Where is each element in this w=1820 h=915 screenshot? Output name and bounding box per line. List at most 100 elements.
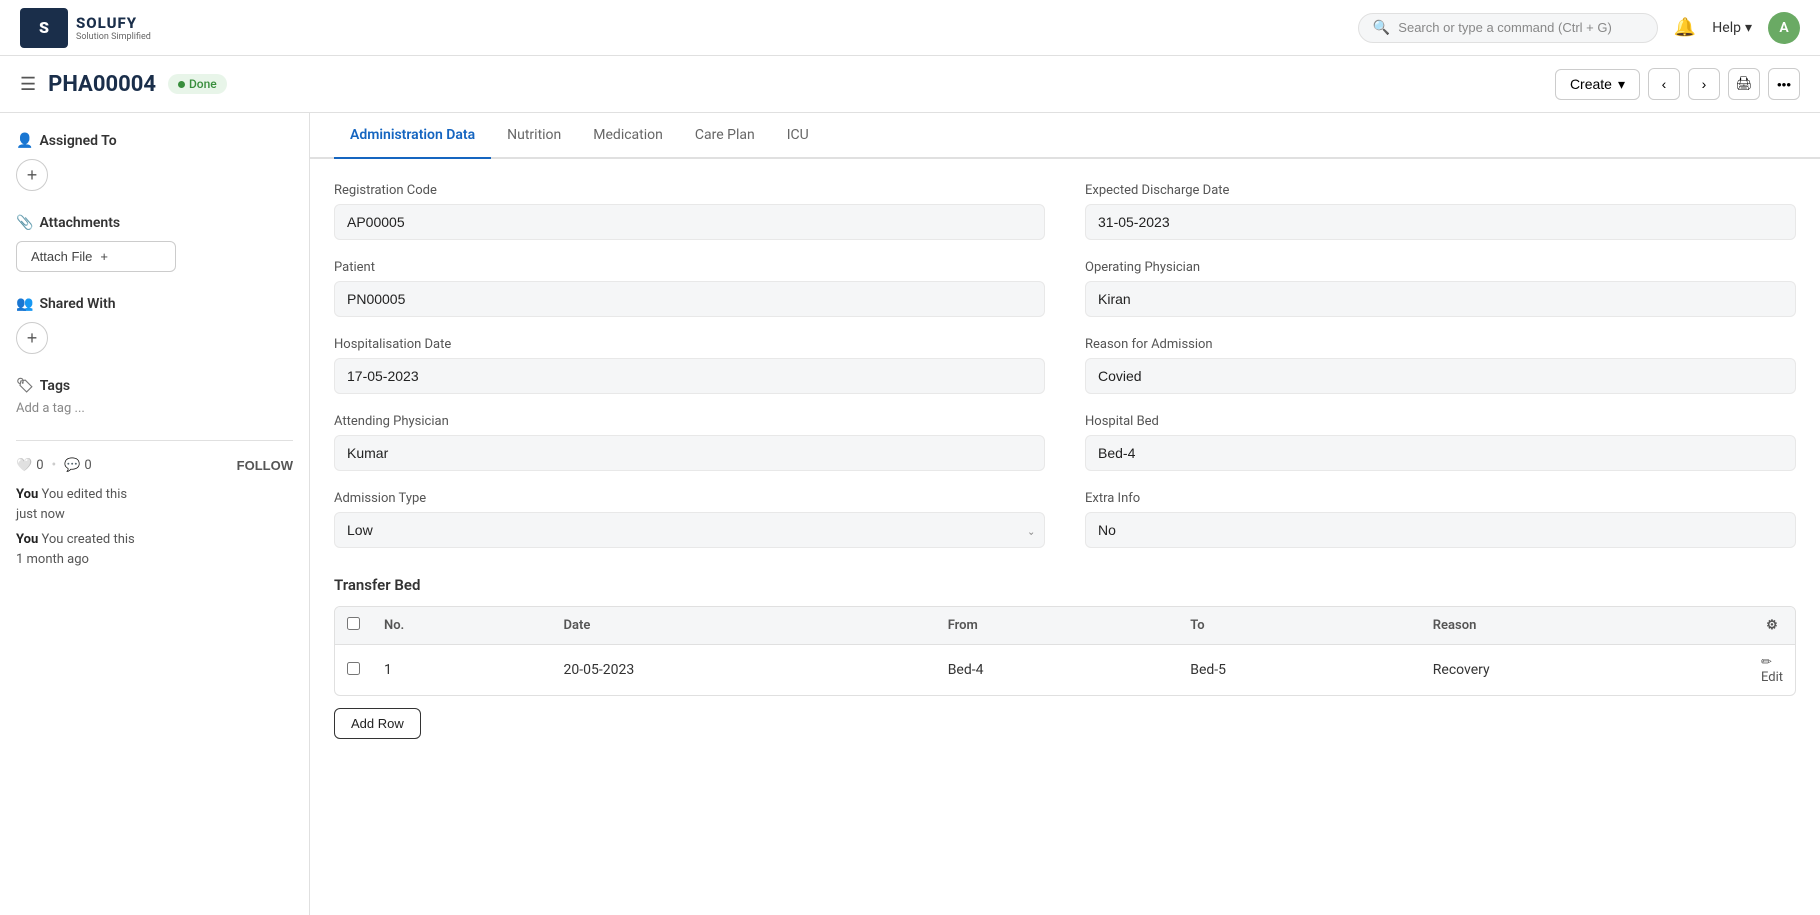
more-options-button[interactable]: •••	[1768, 68, 1800, 100]
row-checkbox[interactable]	[347, 662, 360, 675]
create-button[interactable]: Create ▾	[1555, 69, 1640, 100]
help-label: Help	[1712, 20, 1741, 36]
patient-label: Patient	[334, 260, 1045, 275]
user-icon: 👤	[16, 133, 33, 149]
page-title: PHA00004	[48, 72, 156, 97]
status-label: Done	[189, 77, 217, 91]
hospitalisation-date-label: Hospitalisation Date	[334, 337, 1045, 352]
select-all-checkbox[interactable]	[347, 617, 360, 630]
follow-button[interactable]: FOLLOW	[237, 458, 293, 473]
attach-file-button[interactable]: Attach File +	[16, 241, 176, 272]
admission-type-select[interactable]: Low Medium High	[334, 512, 1045, 548]
logo-text: SOLUFY Solution Simplified	[76, 14, 151, 42]
avatar[interactable]: A	[1768, 12, 1800, 44]
transfer-bed-title: Transfer Bed	[334, 576, 1796, 594]
admission-type-wrapper: Low Medium High	[334, 512, 1045, 548]
extra-info-input[interactable]	[1085, 512, 1796, 548]
prev-button[interactable]: ‹	[1648, 68, 1680, 100]
attending-physician-input[interactable]	[334, 435, 1045, 471]
page-header: ☰ PHA00004 Done Create ▾ ‹ › 🖨 •••	[0, 56, 1820, 113]
reason-admission-input[interactable]	[1085, 358, 1796, 394]
header-reason: Reason	[1421, 607, 1749, 645]
header-icons: 🔔 Help ▾ A	[1674, 12, 1800, 44]
logo-icon: S	[20, 8, 68, 48]
patient-input[interactable]	[334, 281, 1045, 317]
operating-physician-input[interactable]	[1085, 281, 1796, 317]
paperclip-icon: 📎	[16, 215, 33, 231]
attachments-title: 📎 Attachments	[16, 215, 293, 231]
table-header: No. Date From To Reason ⚙	[335, 607, 1795, 645]
add-assigned-button[interactable]: +	[16, 159, 48, 191]
add-shared-button[interactable]: +	[16, 322, 48, 354]
main-content: Administration DataNutritionMedicationCa…	[310, 113, 1820, 915]
shared-with-title: 👥 Shared With	[16, 296, 293, 312]
sidebar-divider	[16, 440, 293, 441]
activity-item-1: You You edited this just now	[16, 485, 293, 524]
add-row-button[interactable]: Add Row	[334, 708, 421, 739]
cell-from: Bed-4	[936, 645, 1179, 696]
table-body: 1 20-05-2023 Bed-4 Bed-5 Recovery ✏ Edit	[335, 645, 1795, 696]
plus-icon: +	[100, 249, 108, 264]
menu-icon[interactable]: ☰	[20, 74, 36, 95]
people-icon: 👥	[16, 296, 33, 312]
header-search-area: 🔍 🔔 Help ▾ A	[1358, 12, 1800, 44]
registration-code-group: Registration Code	[334, 183, 1045, 240]
edit-button[interactable]: ✏ Edit	[1761, 655, 1783, 685]
add-tag-button[interactable]: Add a tag ...	[16, 401, 85, 416]
admission-type-group: Admission Type Low Medium High	[334, 491, 1045, 548]
hospital-bed-group: Hospital Bed	[1085, 414, 1796, 471]
activity-item-2: You You created this 1 month ago	[16, 530, 293, 569]
expected-discharge-input[interactable]	[1085, 204, 1796, 240]
expected-discharge-label: Expected Discharge Date	[1085, 183, 1796, 198]
logo-title: SOLUFY	[76, 14, 151, 32]
shared-with-section: 👥 Shared With +	[16, 296, 293, 354]
transfer-bed-section: Transfer Bed No. Date From To	[334, 576, 1796, 739]
tab-administration-data[interactable]: Administration Data	[334, 113, 491, 159]
admission-type-label: Admission Type	[334, 491, 1045, 506]
tags-section: 🏷 Tags Add a tag ...	[16, 378, 293, 416]
hospital-bed-label: Hospital Bed	[1085, 414, 1796, 429]
expected-discharge-group: Expected Discharge Date	[1085, 183, 1796, 240]
header-date: Date	[552, 607, 936, 645]
header-settings: ⚙	[1749, 607, 1795, 645]
help-button[interactable]: Help ▾	[1712, 20, 1752, 36]
cell-edit: ✏ Edit	[1749, 645, 1795, 696]
logo-subtitle: Solution Simplified	[76, 32, 151, 42]
header-to: To	[1178, 607, 1421, 645]
tab-medication[interactable]: Medication	[577, 113, 679, 159]
reason-admission-label: Reason for Admission	[1085, 337, 1796, 352]
search-input[interactable]	[1398, 20, 1643, 35]
hospitalisation-date-input[interactable]	[334, 358, 1045, 394]
hospital-bed-input[interactable]	[1085, 435, 1796, 471]
next-button[interactable]: ›	[1688, 68, 1720, 100]
status-dot	[178, 81, 185, 88]
app-header: S SOLUFY Solution Simplified 🔍 🔔 Help ▾ …	[0, 0, 1820, 56]
likes-item: 🤍 0	[16, 458, 44, 473]
sidebar: 👤 Assigned To + 📎 Attachments Attach Fil…	[0, 113, 310, 915]
tab-nutrition[interactable]: Nutrition	[491, 113, 577, 159]
row-checkbox-cell	[335, 645, 372, 696]
header-actions: Create ▾ ‹ › 🖨 •••	[1555, 68, 1800, 100]
tags-title: 🏷 Tags	[16, 378, 293, 394]
search-bar[interactable]: 🔍	[1358, 13, 1658, 43]
registration-code-input[interactable]	[334, 204, 1045, 240]
cell-date: 20-05-2023	[552, 645, 936, 696]
settings-icon[interactable]: ⚙	[1766, 618, 1778, 633]
print-button[interactable]: 🖨	[1728, 68, 1760, 100]
table-row: 1 20-05-2023 Bed-4 Bed-5 Recovery ✏ Edit	[335, 645, 1795, 696]
cell-to: Bed-5	[1178, 645, 1421, 696]
form-area: Registration Code Expected Discharge Dat…	[310, 159, 1820, 763]
header-checkbox-cell	[335, 607, 372, 645]
bell-icon[interactable]: 🔔	[1674, 17, 1696, 38]
operating-physician-group: Operating Physician	[1085, 260, 1796, 317]
tag-icon: 🏷	[16, 378, 34, 394]
cell-reason: Recovery	[1421, 645, 1749, 696]
dot-separator: •	[52, 457, 57, 473]
attending-physician-label: Attending Physician	[334, 414, 1045, 429]
extra-info-group: Extra Info	[1085, 491, 1796, 548]
tab-icu[interactable]: ICU	[771, 113, 825, 159]
cell-no: 1	[372, 645, 552, 696]
extra-info-label: Extra Info	[1085, 491, 1796, 506]
comment-icon: 💬	[64, 458, 80, 473]
tab-care-plan[interactable]: Care Plan	[679, 113, 771, 159]
